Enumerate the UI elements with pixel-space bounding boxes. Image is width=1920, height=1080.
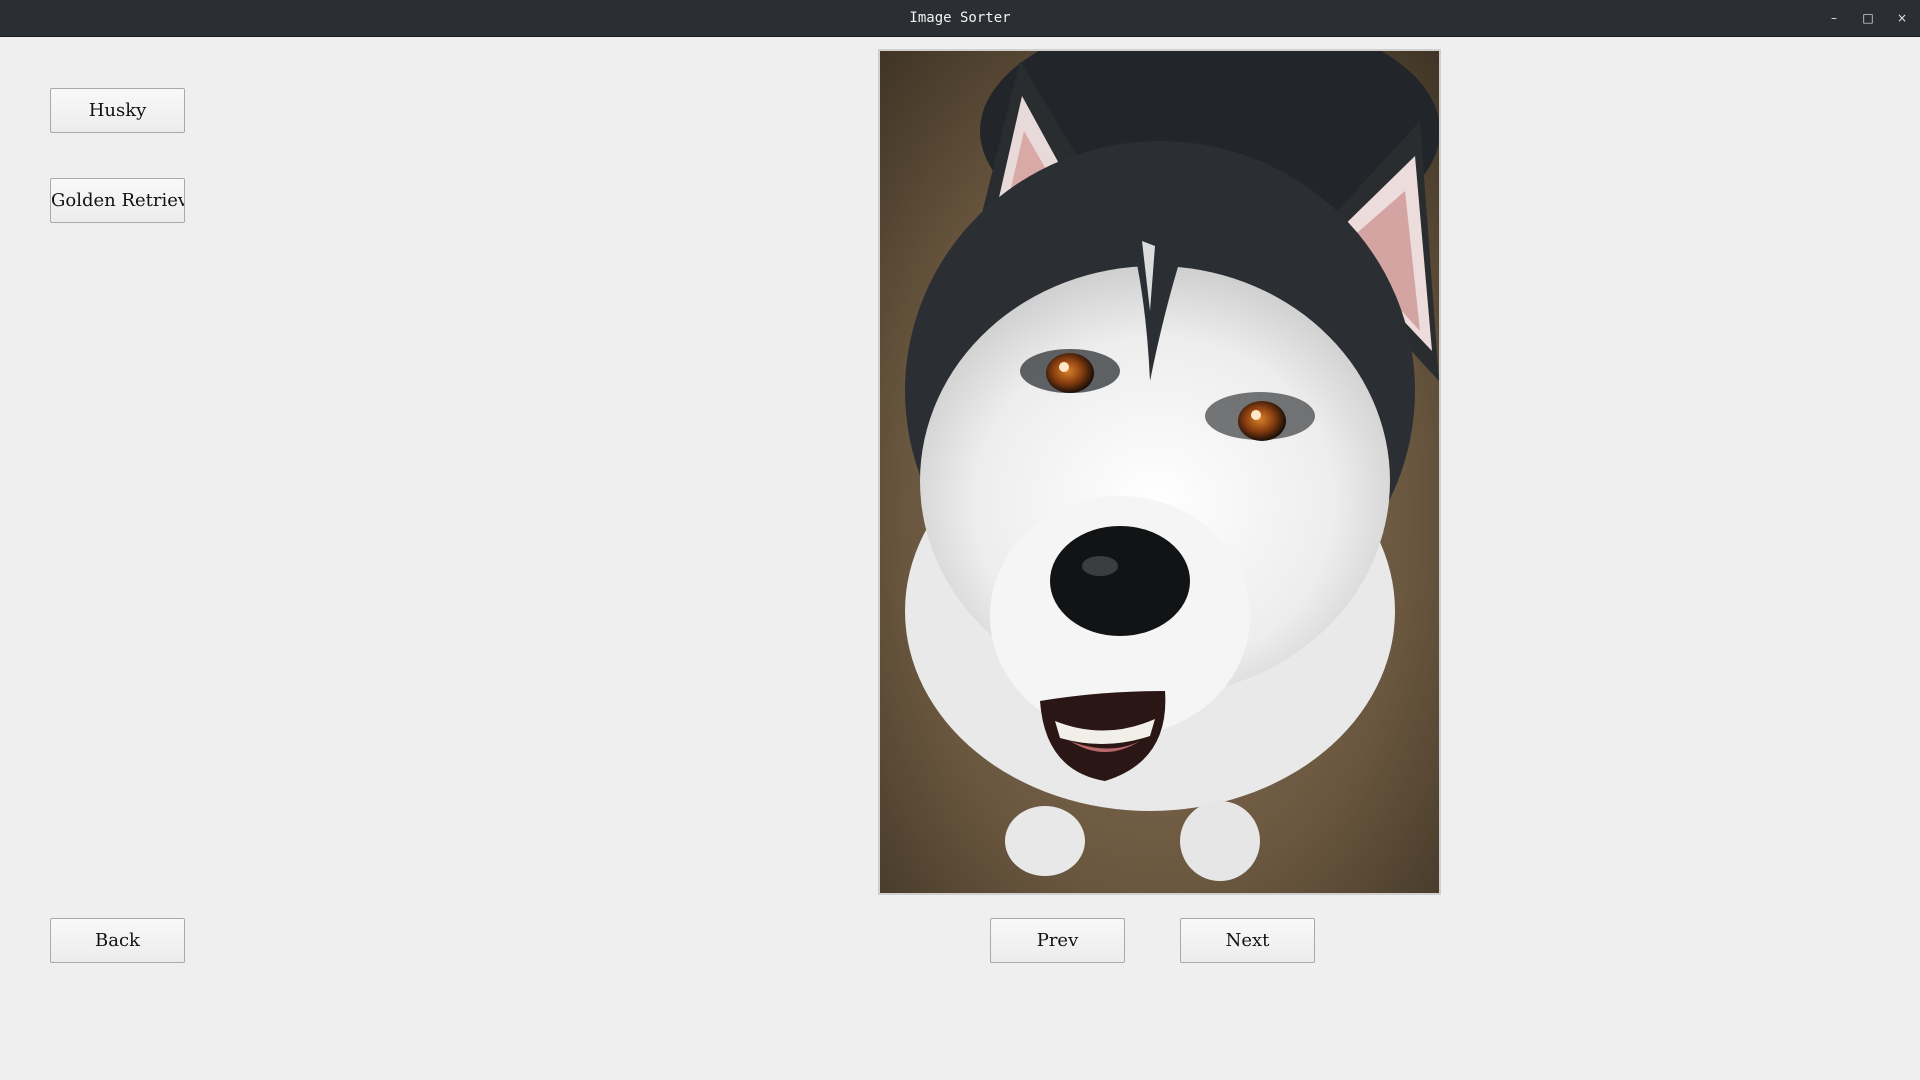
main-panel: Husky Golden Retriever	[0, 37, 1920, 1080]
window-title: Image Sorter	[909, 10, 1011, 26]
maximize-icon[interactable]: □	[1859, 9, 1877, 27]
minimize-icon[interactable]: –	[1825, 9, 1843, 27]
close-icon[interactable]: ×	[1893, 9, 1911, 27]
prev-button[interactable]: Prev	[990, 918, 1125, 963]
back-button[interactable]: Back	[50, 918, 185, 963]
window-titlebar[interactable]: Image Sorter – □ ×	[0, 0, 1920, 37]
category-button-husky[interactable]: Husky	[50, 88, 185, 133]
category-button-golden-retriever[interactable]: Golden Retriever	[50, 178, 185, 223]
image-preview	[878, 49, 1441, 895]
next-button[interactable]: Next	[1180, 918, 1315, 963]
husky-photo	[880, 51, 1439, 893]
